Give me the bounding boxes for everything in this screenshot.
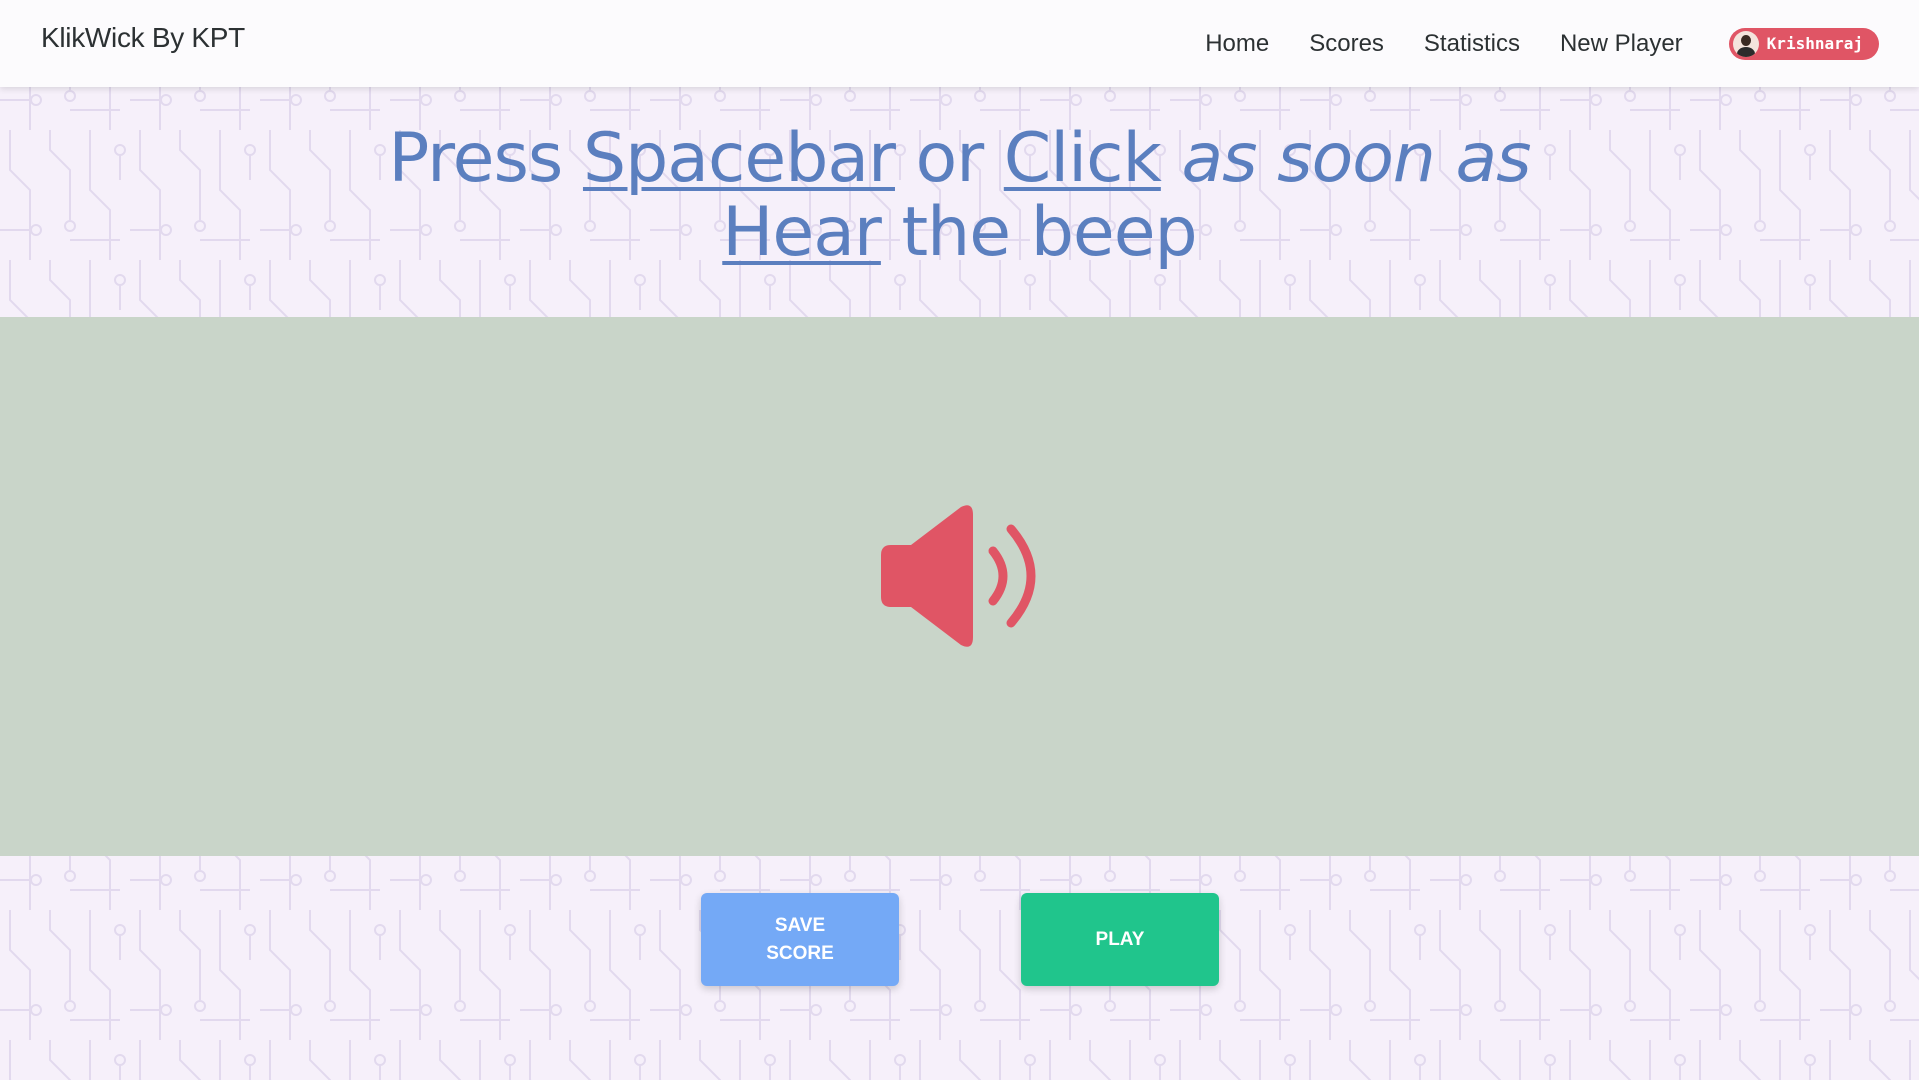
navbar: KlikWick By KPT Home Scores Statistics N… [0,0,1919,87]
save-score-button[interactable]: SAVE SCORE [701,893,899,986]
instruction-headline: Press Spacebar or Click as soon as Hear … [0,122,1919,270]
headline-word-or: or [915,119,985,198]
headline-word-hear: Hear [722,193,882,272]
nav-scores[interactable]: Scores [1309,30,1384,58]
headline-word-press: Press [388,119,563,198]
volume-up-icon [881,505,1036,647]
avatar [1732,30,1759,57]
headline-word-as-soon-as: as soon as [1181,119,1531,198]
nav-new-player[interactable]: New Player [1560,30,1683,58]
save-score-label: SAVE SCORE [766,914,834,964]
brand-logo[interactable]: KlikWick By KPT [41,22,245,54]
headline-word-spacebar: Spacebar [582,119,896,198]
play-label: PLAY [1095,928,1145,950]
nav-statistics[interactable]: Statistics [1424,30,1520,58]
headline-word-click: Click [1003,119,1162,198]
user-badge[interactable]: Krishnaraj [1728,27,1879,60]
headline-word-the-beep: the beep [901,193,1198,272]
nav-home[interactable]: Home [1205,30,1269,58]
user-name: Krishnaraj [1766,34,1863,53]
play-button[interactable]: PLAY [1021,893,1219,986]
nav-links: Home Scores Statistics New Player Krishn… [1205,0,1919,87]
